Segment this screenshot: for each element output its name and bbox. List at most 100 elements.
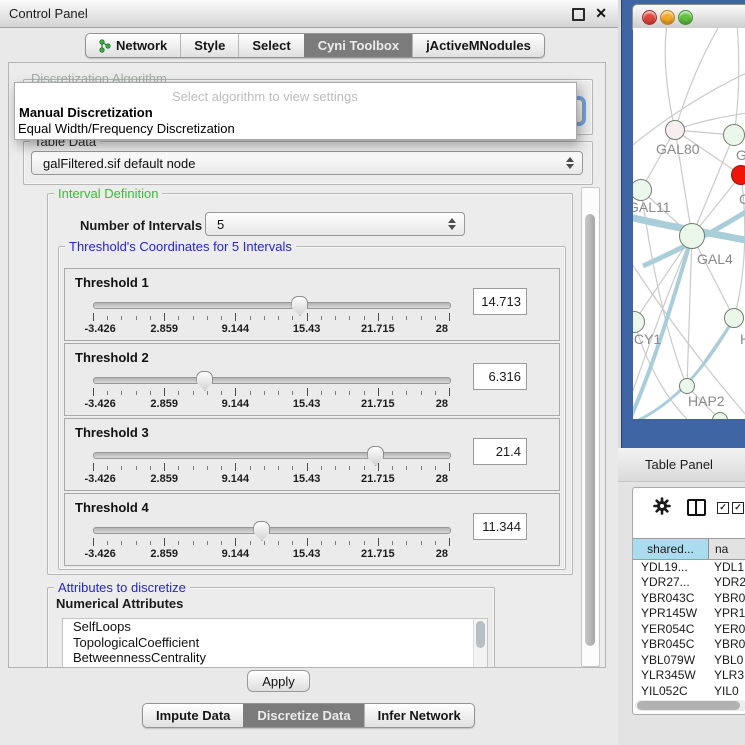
threshold-3-card: Threshold 3 -3.426 2.859 9.144 15.43 21.…: [64, 418, 560, 491]
control-panel-title: Control Panel: [9, 6, 88, 21]
column-header-shared-name[interactable]: shared...: [633, 539, 709, 559]
thresholds-group: Threshold's Coordinates for 5 Intervals …: [58, 246, 566, 570]
content-scrollbar[interactable]: [581, 187, 600, 667]
slider-scale: -3.426 2.859 9.144 15.43 21.715 28: [93, 548, 449, 560]
combo-stepper-icon: [448, 218, 456, 230]
columns-icon[interactable]: [687, 499, 706, 516]
num-intervals-label: Number of Intervals: [80, 218, 202, 233]
network-view-window: GAL80 GA C GAL11 GAL4 GCY1 H HAP2: [621, 0, 745, 448]
table-row[interactable]: YLR345WYLR3: [633, 668, 745, 684]
threshold-3-value-field[interactable]: 21.4: [473, 438, 527, 465]
scrollbar-thumb[interactable]: [476, 621, 485, 648]
threshold-1-card: Threshold 1 -3.426 2.859 9.144 15.43 21.…: [64, 268, 560, 341]
network-window-titlebar: [632, 4, 745, 30]
control-panel-titlebar: Control Panel ✕: [0, 0, 618, 28]
slider-scale: -3.426 2.859 9.144 15.43 21.715 28: [93, 398, 449, 410]
screenshot-stage: Control Panel ✕ Network Style: [0, 0, 745, 745]
table-row[interactable]: YPR145WYPR1: [633, 606, 745, 622]
table-panel: Table Panel ✓: [618, 448, 745, 745]
cyni-toolbox-content: Discretization Algorithm Select algorith…: [8, 62, 606, 668]
tab-infer-network[interactable]: Infer Network: [364, 704, 474, 727]
control-panel-tabbar: Network Style Select Cyni Toolbox jActiv…: [85, 33, 545, 58]
node-top-right[interactable]: [723, 124, 745, 146]
table-row[interactable]: YDR27...YDR2: [633, 575, 745, 591]
column-header-name[interactable]: na: [709, 539, 745, 559]
threshold-1-value-field[interactable]: 14.713: [473, 288, 527, 315]
checkbox-icon[interactable]: ✓: [732, 502, 744, 514]
attributes-group: Attributes to discretize Numerical Attri…: [47, 587, 495, 668]
table-toolbar: ✓ ✓: [633, 488, 745, 536]
node-gal80[interactable]: [665, 120, 685, 140]
interval-definition-title: Interval Definition: [54, 186, 162, 201]
slider-ticks: [93, 463, 449, 472]
table-horizontal-scrollbar[interactable]: [635, 700, 745, 711]
apply-button[interactable]: Apply: [247, 670, 310, 692]
list-scrollbar[interactable]: [473, 619, 487, 668]
node-gal4[interactable]: [679, 223, 705, 249]
threshold-4-label: Threshold 4: [75, 500, 149, 515]
numerical-attributes-list: SelfLoops TopologicalCoefficient Between…: [62, 618, 488, 668]
checkbox-icon[interactable]: ✓: [717, 502, 729, 514]
minimize-traffic-light[interactable]: [660, 10, 675, 25]
table-row[interactable]: YBL079WYBL0: [633, 652, 745, 668]
threshold-2-label: Threshold 2: [75, 350, 149, 365]
scrollbar-thumb[interactable]: [637, 701, 740, 710]
tab-select[interactable]: Select: [238, 34, 303, 57]
table-row[interactable]: YER054CYER0: [633, 621, 745, 637]
tab-network-label: Network: [116, 38, 167, 53]
numerical-attributes-label: Numerical Attributes: [56, 596, 183, 611]
threshold-4-value-field[interactable]: 11.344: [473, 513, 527, 540]
node-hap2[interactable]: [679, 378, 695, 394]
table-panel-titlebar: Table Panel: [618, 448, 745, 482]
tab-cyni-toolbox[interactable]: Cyni Toolbox: [304, 34, 412, 57]
threshold-1-slider[interactable]: [93, 302, 451, 309]
cyni-mode-tabbar: Impute Data Discretize Data Infer Networ…: [142, 703, 475, 728]
node-label-hap2: HAP2: [688, 393, 725, 409]
algorithm-dropdown-popup: Select algorithm to view settings Manual…: [14, 82, 577, 140]
gear-icon[interactable]: [653, 497, 671, 515]
table-header: shared... na: [633, 538, 745, 560]
threshold-2-value-field[interactable]: 6.316: [473, 363, 527, 390]
interval-definition-group: Interval Definition Number of Intervals …: [47, 193, 573, 575]
node-label-gal11: GAL11: [633, 199, 671, 215]
table-row[interactable]: YIL052CYIL0: [633, 683, 745, 699]
threshold-4-slider[interactable]: [93, 527, 451, 534]
table-row[interactable]: YBR045CYBR0: [633, 637, 745, 653]
threshold-3-slider[interactable]: [93, 452, 451, 459]
attributes-group-title: Attributes to discretize: [54, 580, 190, 595]
table-rows: YDL19...YDL1 YDR27...YDR2 YBR043CYBR0 YP…: [633, 559, 745, 699]
threshold-2-slider[interactable]: [93, 377, 451, 384]
network-icon: [99, 39, 111, 53]
node-label-c: C: [739, 191, 745, 207]
tab-impute-data[interactable]: Impute Data: [143, 704, 243, 727]
list-item[interactable]: BetweennessCentrality: [63, 650, 487, 666]
table-card: ✓ ✓ shared... na YDL19...YDL1 YDR27...YD…: [632, 487, 745, 715]
close-traffic-light[interactable]: [642, 10, 657, 25]
table-row[interactable]: YBR043CYBR0: [633, 590, 745, 606]
table-row[interactable]: YDL19...YDL1: [633, 559, 745, 575]
tab-jactivemnodules[interactable]: jActiveMNodules: [412, 34, 544, 57]
tab-style[interactable]: Style: [180, 34, 238, 57]
zoom-traffic-light[interactable]: [678, 10, 693, 25]
node-selected-red[interactable]: [731, 165, 745, 185]
num-intervals-combo[interactable]: 5: [205, 212, 465, 236]
close-icon[interactable]: ✕: [595, 5, 607, 22]
node-h[interactable]: [724, 308, 744, 328]
tab-discretize-data[interactable]: Discretize Data: [243, 704, 363, 727]
list-item[interactable]: SelfLoops: [63, 619, 487, 635]
threshold-4-card: Threshold 4 -3.426 2.859 9.144 15.43 21.…: [64, 493, 560, 566]
tab-network[interactable]: Network: [86, 34, 180, 57]
threshold-3-label: Threshold 3: [75, 425, 149, 440]
node-label-gcy1: GCY1: [633, 331, 661, 347]
algorithm-placeholder-option[interactable]: Select algorithm to view settings: [172, 89, 358, 104]
network-canvas[interactable]: GAL80 GA C GAL11 GAL4 GCY1 H HAP2: [633, 28, 745, 419]
slider-ticks: [93, 313, 449, 322]
algorithm-option-equal-width[interactable]: Equal Width/Frequency Discretization: [18, 121, 235, 136]
algorithm-option-manual[interactable]: Manual Discretization: [19, 105, 153, 120]
table-data-combo[interactable]: galFiltered.sif default node: [31, 151, 583, 175]
float-window-button[interactable]: [572, 8, 585, 21]
slider-scale: -3.426 2.859 9.144 15.43 21.715 28: [93, 323, 449, 335]
combo-stepper-icon: [566, 157, 574, 169]
scrollbar-thumb[interactable]: [585, 214, 595, 646]
list-item[interactable]: TopologicalCoefficient: [63, 635, 487, 651]
